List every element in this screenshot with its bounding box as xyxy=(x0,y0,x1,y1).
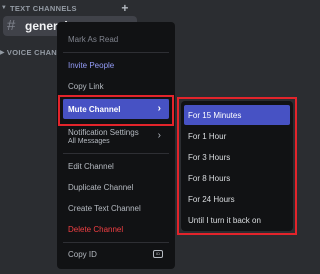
menu-divider xyxy=(63,52,169,53)
mute-option-label: For 15 Minutes xyxy=(188,110,242,120)
menu-item-label: Edit Channel xyxy=(68,161,114,171)
menu-divider xyxy=(63,153,169,154)
menu-item-mute-channel[interactable]: Mute Channel › xyxy=(63,99,169,119)
menu-item-label: Notification Settings xyxy=(68,127,139,137)
chevron-right-icon: › xyxy=(157,103,161,114)
menu-item-label: Create Text Channel xyxy=(68,203,141,213)
hash-icon: # xyxy=(7,17,16,34)
menu-item-edit-channel[interactable]: Edit Channel xyxy=(63,156,169,176)
id-icon: ID xyxy=(153,250,163,258)
channel-sidebar: ▼ TEXT CHANNELS + # general ▶ VOICE CHAN… xyxy=(0,0,300,274)
menu-item-label: Copy ID xyxy=(68,249,97,259)
menu-item-delete-channel[interactable]: Delete Channel xyxy=(63,219,169,239)
menu-item-label: Mute Channel xyxy=(68,104,121,114)
mute-option-8-hours[interactable]: For 8 Hours xyxy=(184,168,290,188)
menu-item-create-text-channel[interactable]: Create Text Channel xyxy=(63,198,169,218)
menu-item-notification-settings[interactable]: Notification Settings All Messages › xyxy=(63,124,169,148)
menu-item-label: Duplicate Channel xyxy=(68,182,134,192)
category-voice-channels[interactable]: ▶ VOICE CHANNELS xyxy=(0,45,62,59)
menu-item-duplicate-channel[interactable]: Duplicate Channel xyxy=(63,177,169,197)
mute-option-label: For 24 Hours xyxy=(188,194,235,204)
category-text-channels[interactable]: ▼ TEXT CHANNELS + xyxy=(0,1,130,15)
mute-option-label: For 1 Hour xyxy=(188,131,227,141)
mute-option-15-minutes[interactable]: For 15 Minutes xyxy=(184,105,290,125)
channel-context-menu: Mark As Read Invite People Copy Link Mut… xyxy=(57,22,175,269)
menu-item-sublabel: All Messages xyxy=(68,137,110,145)
mute-option-24-hours[interactable]: For 24 Hours xyxy=(184,189,290,209)
menu-item-label: Invite People xyxy=(68,60,115,70)
menu-item-copy-id[interactable]: Copy ID ID xyxy=(63,244,169,264)
mute-option-until-turned-back-on[interactable]: Until I turn it back on xyxy=(184,210,290,230)
mute-duration-submenu: For 15 Minutes For 1 Hour For 3 Hours Fo… xyxy=(181,101,293,231)
chevron-right-icon: ▶ xyxy=(0,49,5,56)
menu-item-label: Mark As Read xyxy=(68,34,119,44)
mute-option-label: For 8 Hours xyxy=(188,173,231,183)
chevron-down-icon: ▼ xyxy=(0,5,8,11)
menu-item-copy-link[interactable]: Copy Link xyxy=(63,76,169,96)
category-label: TEXT CHANNELS xyxy=(10,3,77,13)
menu-item-label: Copy Link xyxy=(68,81,104,91)
add-channel-icon[interactable]: + xyxy=(120,1,130,15)
menu-divider xyxy=(63,242,169,243)
menu-item-mark-as-read[interactable]: Mark As Read xyxy=(63,29,169,49)
category-label: VOICE CHANNELS xyxy=(6,47,62,57)
mute-option-label: Until I turn it back on xyxy=(188,215,261,225)
menu-item-invite-people[interactable]: Invite People xyxy=(63,55,169,75)
mute-option-3-hours[interactable]: For 3 Hours xyxy=(184,147,290,167)
mute-option-1-hour[interactable]: For 1 Hour xyxy=(184,126,290,146)
chevron-right-icon: › xyxy=(157,130,161,141)
menu-item-label: Delete Channel xyxy=(68,224,124,234)
mute-option-label: For 3 Hours xyxy=(188,152,231,162)
